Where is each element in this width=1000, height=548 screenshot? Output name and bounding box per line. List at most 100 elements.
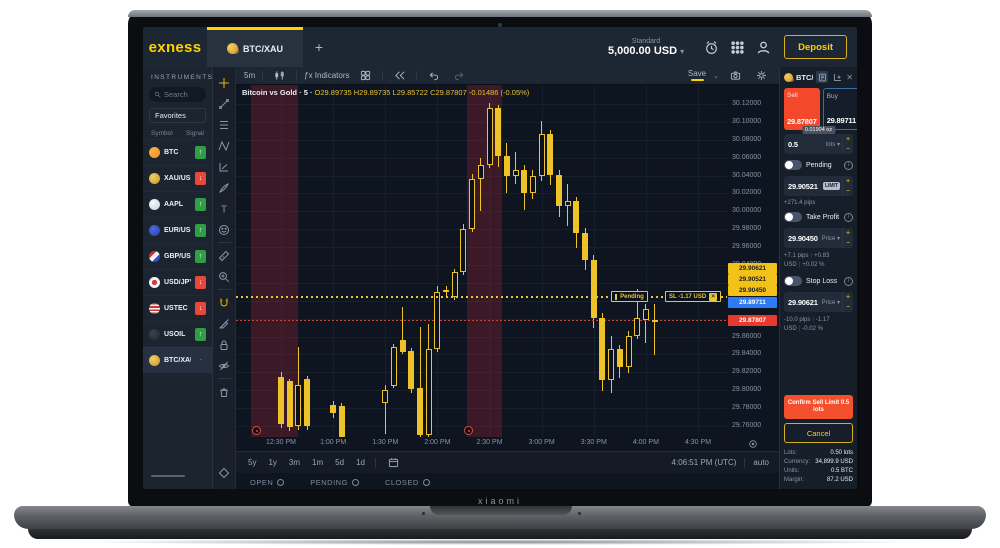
positions-tab-open[interactable]: OPEN [250, 476, 284, 489]
instrument-row-btc[interactable]: BTC↑ [143, 139, 212, 165]
close-icon[interactable]: ✕ [709, 293, 717, 301]
take-profit-input[interactable]: 29.90450 Price ▾ +− [784, 228, 853, 248]
stop-loss-input[interactable]: 29.90621 Price ▾ +− [784, 292, 853, 312]
pending-line-tag: Pending [611, 291, 648, 302]
brush-icon[interactable] [215, 177, 234, 198]
instrument-row-aapl[interactable]: AAPL↑ [143, 191, 212, 217]
range-button-1d[interactable]: 1d [354, 457, 367, 468]
chevron-down-icon[interactable]: ⌄ [713, 72, 719, 80]
account-selector[interactable]: Standard 5,000.00 USD ▾ [608, 27, 684, 67]
candle-body [617, 349, 623, 367]
plus-icon[interactable]: + [843, 292, 853, 302]
instrument-row-eur-usd[interactable]: EUR/USD↑ [143, 217, 212, 243]
tab-btc-xau[interactable]: BTC/XAU [207, 27, 303, 67]
range-button-1y[interactable]: 1y [266, 457, 278, 468]
plus-icon[interactable]: + [843, 176, 853, 186]
crosshair-icon[interactable] [215, 72, 234, 93]
plus-icon[interactable]: + [843, 228, 853, 238]
candle-body [573, 201, 579, 232]
limit-price-input[interactable]: 29.90521 LIMIT +− [784, 176, 853, 196]
chart-plot-area[interactable]: Bitcoin vs Gold · 5 · O29.89735 H29.8973… [236, 85, 727, 437]
chart-toolbar: 5m ƒx Indicators Save ⌄ [236, 67, 779, 85]
deposit-button[interactable]: Deposit [784, 35, 847, 59]
price-axis[interactable]: 30.1200030.1000030.0800030.0600030.04000… [727, 85, 779, 437]
plus-icon[interactable]: + [843, 134, 853, 144]
volume-unit: lots [826, 142, 835, 148]
camera-icon[interactable] [726, 65, 745, 86]
pending-toggle-row: Pending [784, 158, 853, 172]
zoom-in-icon[interactable] [215, 266, 234, 287]
range-button-5y[interactable]: 5y [246, 457, 258, 468]
range-button-3m[interactable]: 3m [287, 457, 302, 468]
stop-loss-toggle[interactable] [784, 276, 802, 286]
instrument-row-usoil[interactable]: USOIL↑ [143, 321, 212, 347]
order-form-icon[interactable] [816, 71, 828, 83]
instrument-row-gbp-usd[interactable]: GBP/USD↑ [143, 243, 212, 269]
emoji-icon[interactable] [215, 219, 234, 240]
sidebar-resize-handle[interactable] [151, 475, 185, 477]
buy-button[interactable]: Buy 29.89711 [823, 88, 857, 130]
new-tab-button[interactable]: + [303, 27, 335, 67]
time-axis[interactable]: 12:30 PM1:00 PM1:30 PM2:00 PM2:30 PM3:00… [236, 437, 727, 451]
layout-grid-icon[interactable] [356, 65, 375, 86]
close-icon[interactable]: ✕ [846, 73, 853, 82]
pending-toggle[interactable] [784, 160, 802, 170]
gridline-vertical [698, 85, 699, 437]
undo-icon[interactable] [424, 65, 443, 86]
indicators-button[interactable]: ƒx Indicators [304, 71, 349, 80]
new-order-icon[interactable] [831, 71, 843, 83]
info-icon[interactable] [844, 213, 853, 222]
axis-settings-icon[interactable] [727, 437, 779, 451]
search-box[interactable] [149, 87, 206, 102]
instrument-row-ustec[interactable]: USTEC↓ [143, 295, 212, 321]
info-icon[interactable] [844, 161, 853, 170]
instrument-row-usd-jpy[interactable]: USD/JPY↓ [143, 269, 212, 295]
diamond-icon[interactable] [215, 462, 234, 483]
calendar-icon[interactable] [384, 452, 403, 473]
volume-input[interactable]: 0.5 lots ▾ +− [784, 134, 853, 154]
measure-icon[interactable] [215, 245, 234, 266]
info-icon[interactable] [844, 277, 853, 286]
candle-body [599, 318, 605, 381]
apps-grid-icon[interactable] [724, 27, 750, 67]
lock-icon[interactable] [215, 334, 234, 355]
minus-icon[interactable]: − [843, 302, 853, 312]
save-button[interactable]: Save [688, 70, 706, 81]
candle-body [339, 406, 345, 436]
search-input[interactable] [164, 90, 201, 99]
cancel-button[interactable]: Cancel [784, 423, 853, 443]
alarm-icon[interactable] [698, 27, 724, 67]
fib-retracement-icon[interactable] [215, 114, 234, 135]
sell-button[interactable]: Sell 29.87807 [784, 88, 820, 130]
positions-tab-closed[interactable]: CLOSED [385, 476, 430, 489]
profile-icon[interactable] [750, 27, 776, 67]
rewind-icon[interactable] [390, 65, 409, 86]
trash-icon[interactable] [215, 381, 234, 402]
hide-icon[interactable] [215, 355, 234, 376]
projection-icon[interactable] [215, 156, 234, 177]
drawing-off-icon[interactable] [215, 313, 234, 334]
xabcd-pattern-icon[interactable] [215, 135, 234, 156]
redo-icon[interactable] [450, 65, 469, 86]
take-profit-toggle[interactable] [784, 212, 802, 222]
minus-icon[interactable]: − [843, 144, 853, 154]
text-icon[interactable]: T [215, 198, 234, 219]
range-button-5d[interactable]: 5d [333, 457, 346, 468]
positions-tab-pending[interactable]: PENDING [310, 476, 359, 489]
range-buttons: 5y 1y 3m 1m 5d 1d [246, 457, 367, 468]
price-tick-label: 30.10000 [732, 118, 761, 125]
interval-button[interactable]: 5m [244, 71, 255, 80]
confirm-order-button[interactable]: Confirm Sell Limit 0.5 lots [784, 395, 853, 419]
instrument-row-xau-usd[interactable]: XAU/USD↓ [143, 165, 212, 191]
account-type: Standard [632, 38, 660, 45]
timezone-auto-button[interactable]: auto [753, 458, 769, 467]
favorites-selector[interactable]: Favorites [149, 108, 206, 123]
magnet-icon[interactable] [215, 292, 234, 313]
minus-icon[interactable]: − [843, 238, 853, 248]
settings-gear-icon[interactable] [752, 65, 771, 86]
minus-icon[interactable]: − [843, 186, 853, 196]
instrument-row-btc-xau[interactable]: BTC/XAU- [143, 347, 212, 373]
range-button-1m[interactable]: 1m [310, 457, 325, 468]
candle-style-icon[interactable] [270, 65, 289, 86]
trend-line-icon[interactable] [215, 93, 234, 114]
